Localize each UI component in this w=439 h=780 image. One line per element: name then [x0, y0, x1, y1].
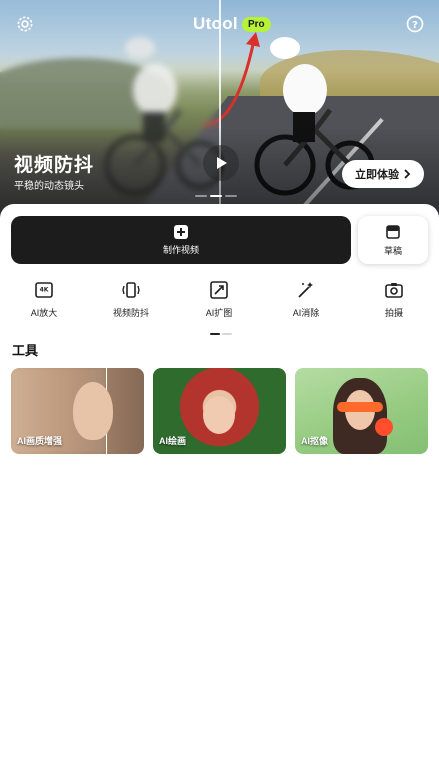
portrait-face	[73, 382, 113, 440]
try-now-label: 立即体验	[355, 169, 399, 181]
brand-logo: Utool Pro	[193, 14, 271, 34]
svg-text:4K: 4K	[40, 287, 49, 294]
main-sheet: 制作视频 草稿 4K AI放大 视频防抖 AI扩图 AI消除 拍摄 工具 AI画…	[0, 204, 439, 780]
anime-face	[203, 396, 235, 434]
feature-label: 视频防抖	[112, 308, 149, 318]
tool-card-ai-enhance[interactable]: AI画质增强	[11, 368, 144, 454]
feature-ai-upscale[interactable]: 4K AI放大	[14, 280, 74, 319]
drafts-label: 草稿	[383, 245, 402, 256]
tool-card-ai-cutout[interactable]: AI抠像	[295, 368, 428, 454]
ai-erase-wand-icon	[298, 282, 313, 298]
feature-video-stabilize[interactable]: 视频防抖	[101, 280, 161, 319]
carousel-indicator	[195, 195, 237, 197]
help-icon[interactable]: ?	[403, 12, 427, 36]
page-segment	[222, 333, 232, 335]
feature-ai-expand[interactable]: AI扩图	[189, 280, 249, 319]
page-segment-active	[210, 333, 220, 335]
feature-ai-erase[interactable]: AI消除	[276, 280, 336, 319]
svg-text:?: ?	[412, 20, 418, 31]
make-video-label: 制作视频	[162, 244, 199, 255]
tool-card-label: AI绘画	[159, 436, 187, 446]
carousel-dot-active[interactable]	[210, 195, 222, 197]
feature-label: AI放大	[30, 308, 58, 318]
feature-label: AI消除	[292, 308, 320, 318]
sunglasses	[337, 402, 383, 412]
video-stabilize-icon	[122, 282, 140, 298]
feature-label: AI扩图	[205, 308, 233, 318]
ai-expand-icon	[210, 281, 228, 299]
plus-icon	[174, 224, 188, 239]
make-video-button[interactable]: 制作视频	[11, 216, 351, 264]
play-icon[interactable]	[203, 145, 239, 181]
heart-prop	[375, 418, 393, 436]
try-now-button[interactable]: 立即体验	[342, 160, 424, 188]
drafts-button[interactable]: 草稿	[358, 216, 428, 264]
tool-card-ai-paint[interactable]: AI绘画	[153, 368, 286, 454]
hero-subtitle: 平稳的动态镜头	[14, 181, 84, 192]
tool-card-label: AI画质增强	[17, 436, 63, 446]
pro-badge[interactable]: Pro	[241, 16, 271, 32]
feature-camera[interactable]: 拍摄	[364, 280, 424, 319]
ai-upscale-4k-icon: 4K	[35, 282, 53, 298]
drafts-box-icon	[386, 224, 400, 239]
camera-icon	[385, 283, 403, 298]
settings-gear-icon[interactable]	[13, 12, 37, 36]
carousel-dot[interactable]	[225, 195, 237, 197]
hero-banner[interactable]: Utool Pro ? 视频防抖 平稳的动态镜头 立即体验	[0, 0, 439, 218]
feature-label: 拍摄	[384, 308, 403, 318]
feature-row: 4K AI放大 视频防抖 AI扩图 AI消除 拍摄	[0, 280, 439, 330]
hero-title: 视频防抖	[14, 155, 95, 176]
chevron-right-icon	[404, 169, 411, 179]
tool-card-label: AI抠像	[301, 436, 329, 446]
top-bar: Utool Pro ?	[0, 0, 439, 48]
tools-section-title: 工具	[12, 343, 39, 358]
carousel-dot[interactable]	[195, 195, 207, 197]
feature-page-indicator	[210, 333, 232, 335]
brand-name: Utool	[193, 14, 238, 33]
